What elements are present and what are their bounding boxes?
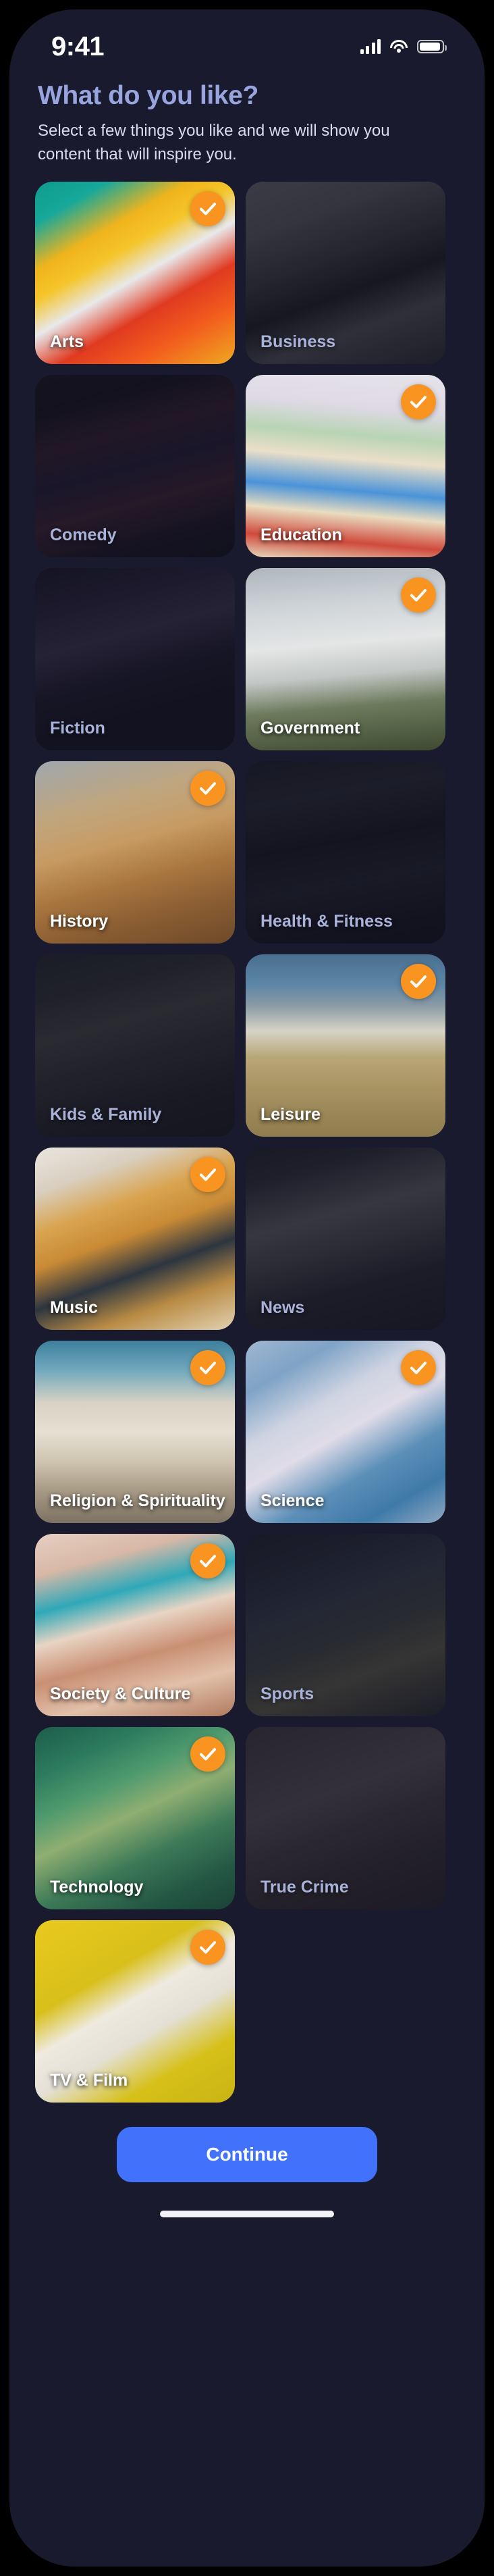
category-label: Comedy bbox=[50, 525, 117, 544]
category-card[interactable]: Kids & Family bbox=[35, 954, 235, 1137]
category-card[interactable]: Government bbox=[246, 567, 445, 750]
category-label: Health & Fitness bbox=[260, 911, 393, 931]
category-label: True Crime bbox=[260, 1877, 349, 1897]
category-card[interactable]: Technology bbox=[35, 1726, 235, 1909]
status-bar-icons bbox=[360, 39, 447, 54]
check-icon bbox=[401, 384, 436, 419]
category-label: History bbox=[50, 911, 109, 931]
check-icon bbox=[190, 1736, 225, 1772]
check-icon bbox=[401, 577, 436, 613]
category-label: Science bbox=[260, 1491, 325, 1510]
home-indicator bbox=[160, 2210, 334, 2217]
category-label: Fiction bbox=[50, 718, 105, 738]
category-card[interactable]: Music bbox=[35, 1147, 235, 1330]
category-label: Sports bbox=[260, 1684, 314, 1703]
page-title: What do you like? bbox=[38, 81, 258, 110]
page-header: What do you like? Select a few things yo… bbox=[9, 72, 485, 167]
category-card[interactable]: Education bbox=[246, 374, 445, 557]
battery-icon bbox=[417, 40, 447, 53]
app-screen: 9:41 What do you like? Select a few thin… bbox=[9, 9, 485, 2567]
check-icon bbox=[190, 190, 225, 226]
check-icon bbox=[401, 1349, 436, 1385]
status-bar: 9:41 bbox=[9, 9, 485, 72]
check-icon bbox=[190, 1349, 225, 1385]
category-label: Business bbox=[260, 332, 336, 351]
category-label: Education bbox=[260, 525, 342, 544]
cellular-signal-icon bbox=[360, 39, 381, 54]
category-label: Music bbox=[50, 1297, 98, 1317]
category-card[interactable]: True Crime bbox=[246, 1726, 445, 1909]
category-card[interactable]: Health & Fitness bbox=[246, 761, 445, 944]
category-card[interactable]: TV & Film bbox=[35, 1920, 235, 2103]
continue-button[interactable]: Continue bbox=[117, 2126, 377, 2182]
wifi-icon bbox=[389, 39, 408, 54]
category-card[interactable]: Sports bbox=[246, 1533, 445, 1716]
category-card[interactable]: Business bbox=[246, 181, 445, 364]
check-icon bbox=[190, 1929, 225, 1965]
category-label: Religion & Spirituality bbox=[50, 1491, 225, 1510]
category-card[interactable]: Fiction bbox=[35, 567, 235, 750]
category-label: Arts bbox=[50, 332, 84, 351]
category-card[interactable]: Arts bbox=[35, 181, 235, 364]
category-card[interactable]: Comedy bbox=[35, 374, 235, 557]
category-card[interactable]: News bbox=[246, 1147, 445, 1330]
category-label: News bbox=[260, 1297, 305, 1317]
check-icon bbox=[190, 1156, 225, 1192]
category-card[interactable]: History bbox=[35, 761, 235, 944]
phone-frame: 9:41 What do you like? Select a few thin… bbox=[0, 0, 494, 2576]
category-card[interactable]: Religion & Spirituality bbox=[35, 1340, 235, 1523]
category-grid: Arts Business Comedy Education Fiction Govern… bbox=[9, 181, 485, 2103]
category-card[interactable]: Society & Culture bbox=[35, 1533, 235, 1716]
category-label: Leisure bbox=[260, 1104, 321, 1124]
check-icon bbox=[190, 770, 225, 806]
category-label: TV & Film bbox=[50, 2070, 128, 2090]
check-icon bbox=[190, 1543, 225, 1578]
category-label: Society & Culture bbox=[50, 1684, 191, 1703]
page-subtitle: Select a few things you like and we will… bbox=[38, 122, 390, 163]
category-label: Technology bbox=[50, 1877, 144, 1897]
status-bar-clock: 9:41 bbox=[51, 31, 105, 61]
category-label: Government bbox=[260, 718, 360, 738]
check-icon bbox=[401, 963, 436, 999]
category-card[interactable]: Science bbox=[246, 1340, 445, 1523]
category-label: Kids & Family bbox=[50, 1104, 162, 1124]
footer: Continue bbox=[9, 2103, 485, 2217]
category-card[interactable]: Leisure bbox=[246, 954, 445, 1137]
